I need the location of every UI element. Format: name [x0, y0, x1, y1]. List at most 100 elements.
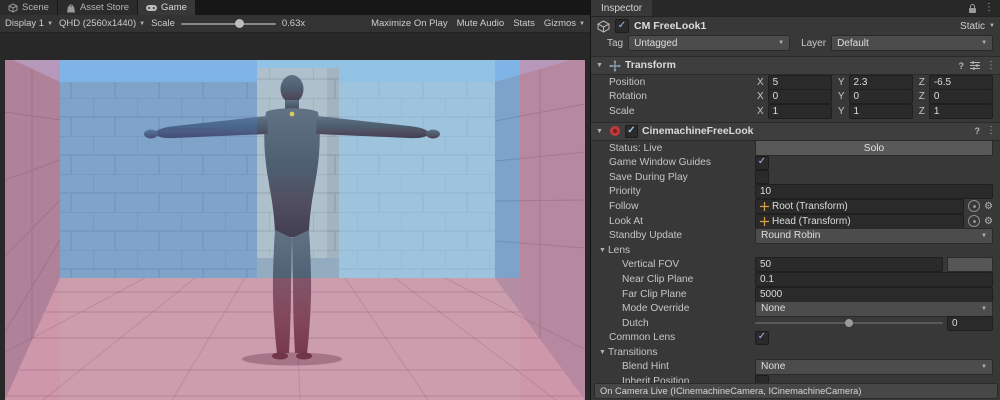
lock-icon[interactable]: [968, 3, 977, 14]
rotation-z-field[interactable]: 0: [929, 89, 993, 104]
position-y-field[interactable]: 2.3: [849, 75, 913, 90]
position-z-field[interactable]: -6.5: [929, 75, 993, 90]
chevron-down-icon: ▼: [981, 40, 987, 46]
rotation-label: Rotation: [609, 91, 755, 102]
camera-status-helpbox: On Camera Live (ICinemachineCamera, ICin…: [594, 383, 998, 399]
mute-audio-button[interactable]: Mute Audio: [457, 18, 505, 29]
stats-button[interactable]: Stats: [513, 18, 535, 29]
priority-field[interactable]: 10: [755, 184, 993, 199]
dutch-slider-knob[interactable]: [845, 319, 853, 327]
standby-update-dropdown[interactable]: Round Robin ▼: [755, 228, 993, 244]
vertical-fov-row: Vertical FOV 50: [591, 258, 1000, 273]
static-label: Static: [960, 21, 985, 32]
far-clip-label: Far Clip Plane: [609, 289, 755, 300]
common-lens-label: Common Lens: [609, 332, 755, 343]
rotation-y-field[interactable]: 0: [849, 89, 913, 104]
tab-inspector[interactable]: Inspector: [591, 0, 652, 16]
tab-asset-store-label: Asset Store: [80, 2, 129, 13]
solo-button[interactable]: Solo: [755, 140, 993, 156]
common-lens-checkbox[interactable]: [755, 331, 769, 345]
nopass-overlay-left: [5, 60, 60, 400]
fov-preset-dropdown[interactable]: [947, 257, 993, 272]
chevron-down-icon: ▼: [981, 364, 987, 370]
transitions-foldout[interactable]: ▼ Transitions: [591, 345, 1000, 360]
scene-cube-icon: [8, 3, 18, 13]
priority-label: Priority: [609, 186, 755, 197]
gameobject-active-checkbox[interactable]: [615, 19, 629, 33]
nopass-overlay-bottom: [60, 278, 520, 400]
game-viewport[interactable]: [5, 60, 585, 400]
game-window-guides-checkbox[interactable]: [755, 156, 769, 170]
standby-update-value: Round Robin: [761, 230, 820, 241]
cinemachine-freelook-header[interactable]: ▼ CinemachineFreeLook ? ⋮: [591, 122, 1000, 141]
tab-asset-store[interactable]: Asset Store: [58, 0, 137, 15]
foldout-arrow-icon[interactable]: ▼: [599, 247, 608, 254]
kebab-menu-icon[interactable]: ⋮: [984, 3, 994, 13]
dutch-field[interactable]: 0: [947, 316, 993, 331]
axis-y-label: Y: [838, 91, 845, 102]
tab-scene-label: Scene: [22, 2, 49, 13]
object-picker-icon[interactable]: [968, 200, 980, 212]
gizmos-dropdown[interactable]: Gizmos ▼: [544, 18, 585, 29]
static-dropdown[interactable]: Static ▼: [960, 21, 995, 32]
rotation-x-field[interactable]: 0: [768, 89, 832, 104]
position-x-field[interactable]: 5: [768, 75, 832, 90]
maximize-on-play-button[interactable]: Maximize On Play: [371, 18, 448, 29]
chevron-down-icon: ▼: [579, 21, 585, 27]
kebab-menu-icon[interactable]: ⋮: [986, 126, 996, 136]
blend-hint-dropdown[interactable]: None ▼: [755, 359, 993, 375]
lens-foldout[interactable]: ▼ Lens: [591, 243, 1000, 258]
scale-row: Scale X 1 Y 1 Z 1: [591, 104, 1000, 119]
tab-game[interactable]: Game: [138, 0, 195, 15]
mode-override-dropdown[interactable]: None ▼: [755, 301, 993, 317]
follow-object-field[interactable]: Root (Transform): [755, 199, 964, 214]
transform-header[interactable]: ▼ Transform ? ⋮: [591, 56, 1000, 75]
component-enabled-checkbox[interactable]: [625, 125, 638, 138]
axis-y-label: Y: [838, 106, 845, 117]
inspector-tab-label: Inspector: [601, 3, 642, 14]
display-dropdown[interactable]: Display 1 ▼: [5, 18, 53, 29]
layer-value: Default: [837, 38, 869, 49]
help-icon[interactable]: ?: [959, 61, 965, 71]
layer-dropdown[interactable]: Default ▼: [831, 35, 993, 51]
save-during-play-checkbox[interactable]: [755, 170, 769, 184]
transitions-title: Transitions: [608, 347, 657, 358]
vertical-fov-field[interactable]: 50: [755, 257, 943, 272]
tag-dropdown[interactable]: Untagged ▼: [628, 35, 790, 51]
gamepad-icon: [146, 4, 157, 12]
transform-title: Transform: [625, 60, 676, 71]
gear-icon[interactable]: ⚙: [984, 201, 993, 212]
game-window-guides-row: Game Window Guides: [591, 155, 1000, 170]
scale-z-field[interactable]: 1: [929, 104, 993, 119]
foldout-arrow-icon[interactable]: ▼: [596, 62, 605, 69]
look-at-object-field[interactable]: Head (Transform): [755, 214, 964, 229]
cinemachine-freelook-title: CinemachineFreeLook: [642, 126, 753, 137]
softzone-overlay-left: [60, 60, 257, 278]
dutch-slider[interactable]: [755, 322, 943, 324]
far-clip-field[interactable]: 5000: [755, 287, 993, 302]
transform-ref-icon: [760, 202, 769, 211]
scale-slider-knob[interactable]: [235, 19, 244, 28]
chevron-down-icon: ▼: [47, 21, 53, 27]
presets-icon[interactable]: [970, 61, 980, 70]
tab-scene[interactable]: Scene: [0, 0, 57, 15]
look-at-row: Look At Head (Transform) ⚙: [591, 214, 1000, 229]
gameobject-name: CM FreeLook1: [634, 20, 706, 32]
resolution-dropdown[interactable]: QHD (2560x1440) ▼: [59, 18, 145, 29]
scale-y-field[interactable]: 1: [849, 104, 913, 119]
scale-x-field[interactable]: 1: [768, 104, 832, 119]
scale-slider[interactable]: [181, 23, 276, 25]
near-clip-field[interactable]: 0.1: [755, 272, 993, 287]
help-icon[interactable]: ?: [975, 126, 981, 136]
layer-label: Layer: [801, 38, 826, 49]
follow-label: Follow: [609, 201, 755, 212]
dutch-label: Dutch: [609, 318, 755, 329]
gameobject-cube-icon: [597, 20, 610, 33]
foldout-arrow-icon[interactable]: ▼: [599, 349, 608, 356]
gear-icon[interactable]: ⚙: [984, 216, 993, 227]
transform-ref-icon: [760, 217, 769, 226]
scale-value: 0.63x: [282, 18, 305, 29]
kebab-menu-icon[interactable]: ⋮: [986, 61, 996, 71]
foldout-arrow-icon[interactable]: ▼: [596, 128, 605, 135]
object-picker-icon[interactable]: [968, 215, 980, 227]
